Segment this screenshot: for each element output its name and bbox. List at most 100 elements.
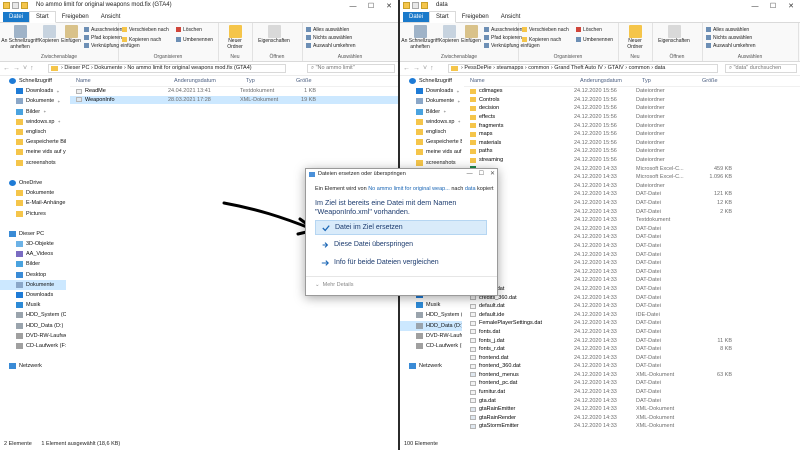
nav-item[interactable]: E-Mail-Anhänge (0, 198, 66, 208)
properties-icon[interactable] (412, 2, 419, 9)
copy-button[interactable]: Kopieren (38, 25, 60, 45)
file-row[interactable]: fonts_r.dat 24.12.2020 14:33 DAT-Datei 8 KB (464, 345, 800, 354)
tab-view[interactable]: Ansicht (495, 12, 527, 22)
file-row[interactable]: 24.12.2020 14:33 DAT-Datei (464, 276, 800, 285)
move-to-button[interactable]: Verschieben nach (522, 26, 569, 33)
new-folder-icon[interactable] (421, 2, 428, 9)
copy-path-button[interactable]: Pfad kopieren (84, 34, 122, 41)
tab-home[interactable]: Start (429, 11, 456, 23)
select-none-button[interactable]: Nichts auswählen (706, 34, 752, 41)
file-row[interactable]: ReadMe 24.04.2021 13:41 Textdokument 1 KB (70, 87, 398, 96)
nav-item[interactable]: Downloads ✦ (400, 86, 462, 96)
forward-icon[interactable]: → (413, 65, 420, 72)
file-row[interactable]: fonts_j.dat 24.12.2020 14:33 DAT-Datei 11 K… (464, 336, 800, 345)
copy-path-button[interactable]: Pfad kopieren (484, 34, 522, 41)
nav-item[interactable]: Pictures (0, 208, 66, 218)
column-size[interactable]: Größe (296, 78, 326, 84)
select-all-button[interactable]: Alles auswählen (706, 26, 749, 33)
nav-item[interactable]: CD-Laufwerk (F:) (400, 341, 462, 351)
file-row[interactable]: frontend.dat 24.12.2020 14:33 DAT-Datei (464, 353, 800, 362)
nav-item[interactable]: Dokumente (0, 188, 66, 198)
tab-file[interactable]: Datei (403, 12, 430, 22)
invert-selection-button[interactable]: Auswahl umkehren (306, 42, 356, 49)
paste-button[interactable]: Einfügen (60, 25, 82, 45)
minimize-button[interactable]: — (344, 0, 362, 12)
nav-item[interactable]: Netzwerk (0, 361, 66, 371)
tab-view[interactable]: Ansicht (95, 12, 127, 22)
file-row[interactable]: default.dat 24.12.2020 14:33 DAT-Datei (464, 302, 800, 311)
copy-to-button[interactable]: Kopieren nach (522, 36, 561, 43)
column-type[interactable]: Typ (246, 78, 296, 84)
file-row[interactable]: WeaponInfo 28.03.2021 17:28 XML-Dokument 19… (70, 95, 398, 105)
compare-option[interactable]: Info für beide Dateien vergleichen (315, 255, 487, 270)
copy-button[interactable]: Kopieren (438, 25, 460, 45)
pin-button[interactable]: An Schnellzugriff anheften (0, 25, 40, 50)
file-row[interactable]: decision 24.12.2020 15:56 Dateiordner (464, 104, 800, 113)
nav-item[interactable]: OneDrive (0, 178, 66, 188)
nav-item[interactable]: Bilder ✦ (400, 107, 462, 117)
nav-item[interactable]: Bilder ✦ (0, 107, 66, 117)
file-row[interactable]: 24.12.2020 14:33 DAT-Datei (464, 267, 800, 276)
nav-item[interactable]: screenshots (400, 158, 462, 168)
nav-item[interactable]: HDD_Data (D:) (400, 320, 462, 331)
file-row[interactable]: 24.12.2020 14:33 DAT-Datei 2 KB (464, 207, 800, 216)
nav-item[interactable]: Dokumente ✦ (400, 96, 462, 106)
nav-item[interactable]: Downloads (0, 290, 66, 300)
close-button[interactable]: ✕ (782, 0, 800, 12)
paste-button[interactable]: Einfügen (460, 25, 482, 45)
up-icon[interactable]: ↑ (30, 65, 34, 72)
new-folder-button[interactable]: Neuer Ordner (620, 25, 650, 50)
nav-item[interactable]: Bilder (0, 259, 66, 269)
new-folder-icon[interactable] (21, 2, 28, 9)
search-input[interactable]: ⌕ "No ammo limit" (307, 64, 395, 73)
file-row[interactable]: materials 24.12.2020 15:56 Dateiordner (464, 139, 800, 148)
invert-selection-button[interactable]: Auswahl umkehren (706, 42, 756, 49)
file-row[interactable]: gta.dat 24.12.2020 14:33 DAT-Datei (464, 396, 800, 405)
tab-share[interactable]: Freigeben (56, 12, 95, 22)
up-icon[interactable]: ↑ (430, 65, 434, 72)
cut-button[interactable]: Ausschneiden (84, 26, 122, 33)
file-row[interactable]: 24.12.2020 14:33 Microsoft Excel-C... 1.09… (464, 173, 800, 182)
nav-item[interactable]: englisch (0, 127, 66, 137)
nav-item[interactable]: HDD_System (C:) (0, 310, 66, 320)
file-row[interactable]: frontend_pc.dat 24.12.2020 14:33 DAT-Datei (464, 379, 800, 388)
nav-item[interactable]: Gespeicherte Bild (0, 137, 66, 147)
folder-icon[interactable] (403, 2, 410, 9)
rename-button[interactable]: Umbenennen (176, 36, 213, 43)
nav-item[interactable]: CD-Laufwerk (F:) (0, 341, 66, 351)
nav-item[interactable]: DVD-RW-Laufwe (400, 331, 462, 341)
close-button[interactable]: ✕ (380, 0, 398, 12)
file-row[interactable]: 24.12.2020 14:33 DAT-Datei (464, 233, 800, 242)
file-row[interactable]: 24.12.2020 14:33 DAT-Datei 12 KB (464, 199, 800, 208)
replace-option[interactable]: Datei im Ziel ersetzen (315, 220, 487, 235)
file-row[interactable]: Controls 24.12.2020 15:56 Dateiordner (464, 96, 800, 105)
address-bar[interactable]: › Dieser PC › Dokumente › No ammo limit … (48, 64, 286, 73)
pin-button[interactable]: An Schnellzugriff anheften (400, 25, 440, 50)
column-type[interactable]: Typ (642, 78, 702, 84)
properties-icon[interactable] (12, 2, 19, 9)
address-bar[interactable]: › PessDePie › steamapps › common › Grand… (448, 64, 718, 73)
tab-share[interactable]: Freigeben (456, 12, 495, 22)
copy-to-button[interactable]: Kopieren nach (122, 36, 161, 43)
nav-item[interactable]: screenshots (0, 158, 66, 168)
maximize-button[interactable]: ☐ (479, 169, 484, 180)
file-row[interactable]: credits_360.dat 24.12.2020 14:33 DAT-Datei (464, 293, 800, 302)
file-row[interactable]: 24.12.2020 14:33 DAT-Datei (464, 250, 800, 259)
select-all-button[interactable]: Alles auswählen (306, 26, 349, 33)
properties-button[interactable]: Eigenschaften (254, 25, 294, 45)
more-details-toggle[interactable]: ⌄ Mehr Details (315, 282, 353, 288)
delete-button[interactable]: Löschen (176, 26, 202, 33)
nav-item[interactable]: Downloads ✦ (0, 86, 66, 96)
file-row[interactable]: furnitur.dat 24.12.2020 14:33 DAT-Datei (464, 388, 800, 397)
nav-item[interactable]: Gespeicherte Bild (400, 137, 462, 147)
file-row[interactable]: fonts.dat 24.12.2020 14:33 DAT-Datei (464, 328, 800, 337)
column-name[interactable]: Name (70, 78, 174, 84)
nav-item[interactable]: HDD_System (C:) (400, 310, 462, 320)
nav-item[interactable]: Schnellzugriff (400, 76, 462, 86)
file-row[interactable]: streaming 24.12.2020 15:56 Dateiordner (464, 156, 800, 165)
paste-link-button[interactable]: Verknüpfung einfügen (484, 42, 540, 49)
nav-item[interactable]: englisch (400, 127, 462, 137)
cut-button[interactable]: Ausschneiden (484, 26, 522, 33)
minimize-button[interactable]: — (467, 169, 473, 180)
file-row[interactable]: 24.12.2020 14:33 DAT-Datei (464, 225, 800, 234)
